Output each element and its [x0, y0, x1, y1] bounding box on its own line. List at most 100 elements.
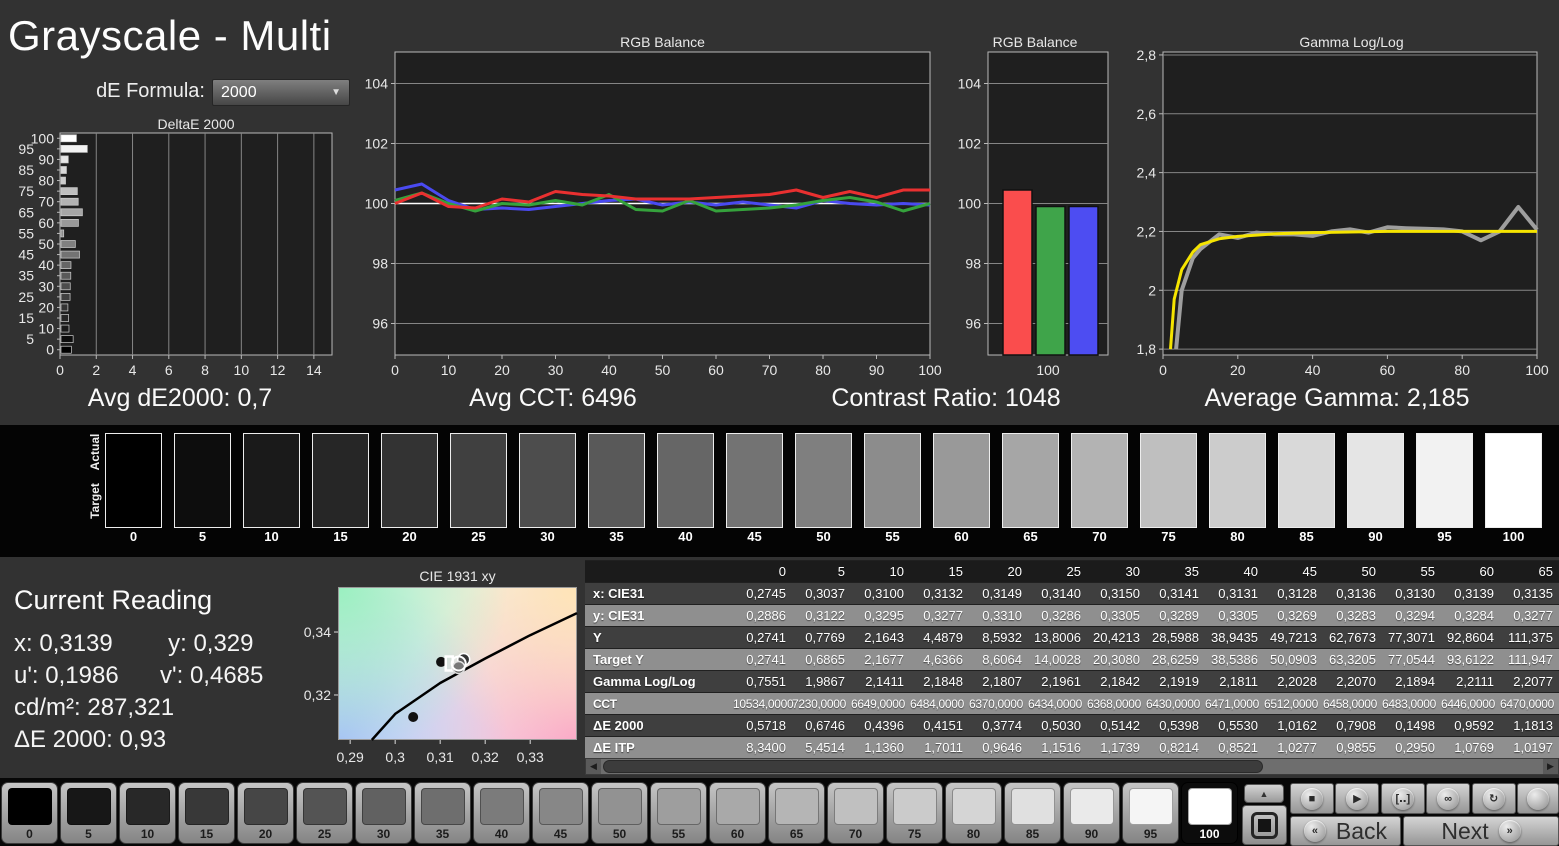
- table-cell: 2,1807: [969, 670, 1028, 693]
- patch-button-40[interactable]: 40: [473, 782, 530, 844]
- play-icon: ▶: [1346, 787, 1369, 810]
- swatch-level-label: 50: [816, 529, 831, 544]
- grayscale-swatch-75: [1140, 433, 1197, 528]
- table-cell: 6434,0000: [1028, 692, 1087, 715]
- patch-button-label: 20: [258, 827, 273, 841]
- patch-window-button[interactable]: [1242, 805, 1287, 845]
- patch-button-25[interactable]: 25: [296, 782, 353, 844]
- patch-button-label: 5: [85, 827, 92, 841]
- table-cell: 111,947: [1500, 648, 1559, 671]
- patch-button-10[interactable]: 10: [119, 782, 176, 844]
- next-button[interactable]: Next »: [1403, 816, 1559, 846]
- table-cell: 1,1516: [1028, 736, 1087, 759]
- patch-button-35[interactable]: 35: [414, 782, 471, 844]
- scrollbar-thumb[interactable]: [603, 760, 1263, 773]
- patch-swatch: [952, 788, 996, 825]
- target-row-label: Target: [88, 483, 102, 519]
- patch-button-20[interactable]: 20: [237, 782, 294, 844]
- patch-window-icon: [1251, 811, 1278, 839]
- scroll-left-icon[interactable]: ◀: [586, 759, 601, 774]
- table-cell: 49,7213: [1264, 626, 1323, 649]
- svg-text:70: 70: [762, 362, 778, 378]
- svg-text:10: 10: [38, 321, 54, 337]
- table-cell: 20,4213: [1087, 626, 1146, 649]
- svg-text:50: 50: [38, 236, 54, 252]
- swatch-level-label: 5: [198, 529, 207, 544]
- back-button[interactable]: « Back: [1290, 816, 1401, 846]
- patch-button-85[interactable]: 85: [1004, 782, 1061, 844]
- patch-button-55[interactable]: 55: [650, 782, 707, 844]
- patch-button-80[interactable]: 80: [945, 782, 1002, 844]
- grayscale-swatch-20: [381, 433, 438, 528]
- patch-button-70[interactable]: 70: [827, 782, 884, 844]
- patch-button-label: 75: [907, 827, 922, 841]
- patch-button-75[interactable]: 75: [886, 782, 943, 844]
- scroll-right-icon[interactable]: ▶: [1543, 759, 1558, 774]
- svg-text:2: 2: [92, 362, 100, 378]
- patch-button-50[interactable]: 50: [591, 782, 648, 844]
- swatch-level-label: 45: [747, 529, 762, 544]
- table-cell: 28,6259: [1146, 648, 1205, 671]
- svg-text:0,34: 0,34: [304, 624, 331, 640]
- table-cell: 0,3130: [1382, 582, 1441, 605]
- table-cell: 2,1842: [1087, 670, 1146, 693]
- patch-button-60[interactable]: 60: [709, 782, 766, 844]
- patch-swatch: [716, 788, 760, 825]
- continuous-icon: ∞: [1437, 787, 1460, 810]
- indicator-button[interactable]: [1517, 783, 1559, 814]
- patch-button-100[interactable]: 100: [1181, 782, 1238, 844]
- svg-text:100: 100: [31, 130, 55, 146]
- patch-swatch: [126, 788, 170, 825]
- de-formula-select[interactable]: 2000 ▼: [212, 79, 350, 106]
- patch-button-0[interactable]: 0: [1, 782, 58, 844]
- avg-gamma-summary: Average Gamma: 2,185: [1204, 384, 1470, 412]
- collapse-button[interactable]: ▲: [1244, 784, 1284, 803]
- u-value: 0,1986: [45, 662, 119, 689]
- reading-luminance: cd/m²: 287,321: [14, 694, 174, 722]
- table-cell: 0,3139: [1441, 582, 1500, 605]
- table-cell: 38,9435: [1205, 626, 1264, 649]
- play-button[interactable]: ▶: [1335, 783, 1380, 814]
- measure-button[interactable]: [‥]: [1380, 783, 1425, 814]
- patch-button-65[interactable]: 65: [768, 782, 825, 844]
- patch-button-30[interactable]: 30: [355, 782, 412, 844]
- svg-text:35: 35: [18, 268, 34, 284]
- table-cell: 0,4151: [910, 714, 969, 737]
- svg-text:104: 104: [958, 76, 982, 92]
- table-cell: 62,7673: [1323, 626, 1382, 649]
- stop-icon: ■: [1301, 787, 1323, 810]
- loop-button[interactable]: ↻: [1471, 783, 1516, 814]
- patch-button-15[interactable]: 15: [178, 782, 235, 844]
- reading-uv: u': 0,1986 v': 0,4685: [14, 662, 263, 690]
- swatch-level-label: 55: [885, 529, 900, 544]
- table-cell: 0,5398: [1146, 714, 1205, 737]
- table-cell: 1,0162: [1264, 714, 1323, 737]
- table-cell: 0,3774: [969, 714, 1028, 737]
- patch-button-90[interactable]: 90: [1063, 782, 1120, 844]
- table-cell: 0,6746: [792, 714, 851, 737]
- grayscale-swatch-90: [1347, 433, 1404, 528]
- patch-button-95[interactable]: 95: [1122, 782, 1179, 844]
- table-horizontal-scrollbar[interactable]: ◀ ▶: [585, 758, 1559, 775]
- rgb-balance-bar-chart: 96 98 100 102 104 100: [950, 30, 1130, 382]
- table-cell: 1,1360: [851, 736, 910, 759]
- table-cell: 8,6064: [969, 648, 1028, 671]
- table-cell: 2,2077: [1500, 670, 1559, 693]
- svg-text:0: 0: [46, 342, 54, 358]
- grayscale-swatch-70: [1071, 433, 1128, 528]
- svg-text:70: 70: [38, 194, 54, 210]
- patch-button-5[interactable]: 5: [60, 782, 117, 844]
- patch-swatch: [421, 788, 465, 825]
- patch-button-label: 85: [1025, 827, 1040, 841]
- table-cell: 0,3135: [1500, 582, 1559, 605]
- svg-text:0: 0: [391, 362, 399, 378]
- patch-swatch: [244, 788, 288, 825]
- svg-text:65: 65: [18, 204, 34, 220]
- swatch-level-label: 35: [609, 529, 624, 544]
- patch-button-45[interactable]: 45: [532, 782, 589, 844]
- continuous-button[interactable]: ∞: [1426, 783, 1471, 814]
- stop-button[interactable]: ■: [1290, 783, 1334, 814]
- x-value: 0,3139: [39, 630, 113, 657]
- table-cell: 7230,0000: [792, 692, 851, 715]
- svg-text:60: 60: [708, 362, 724, 378]
